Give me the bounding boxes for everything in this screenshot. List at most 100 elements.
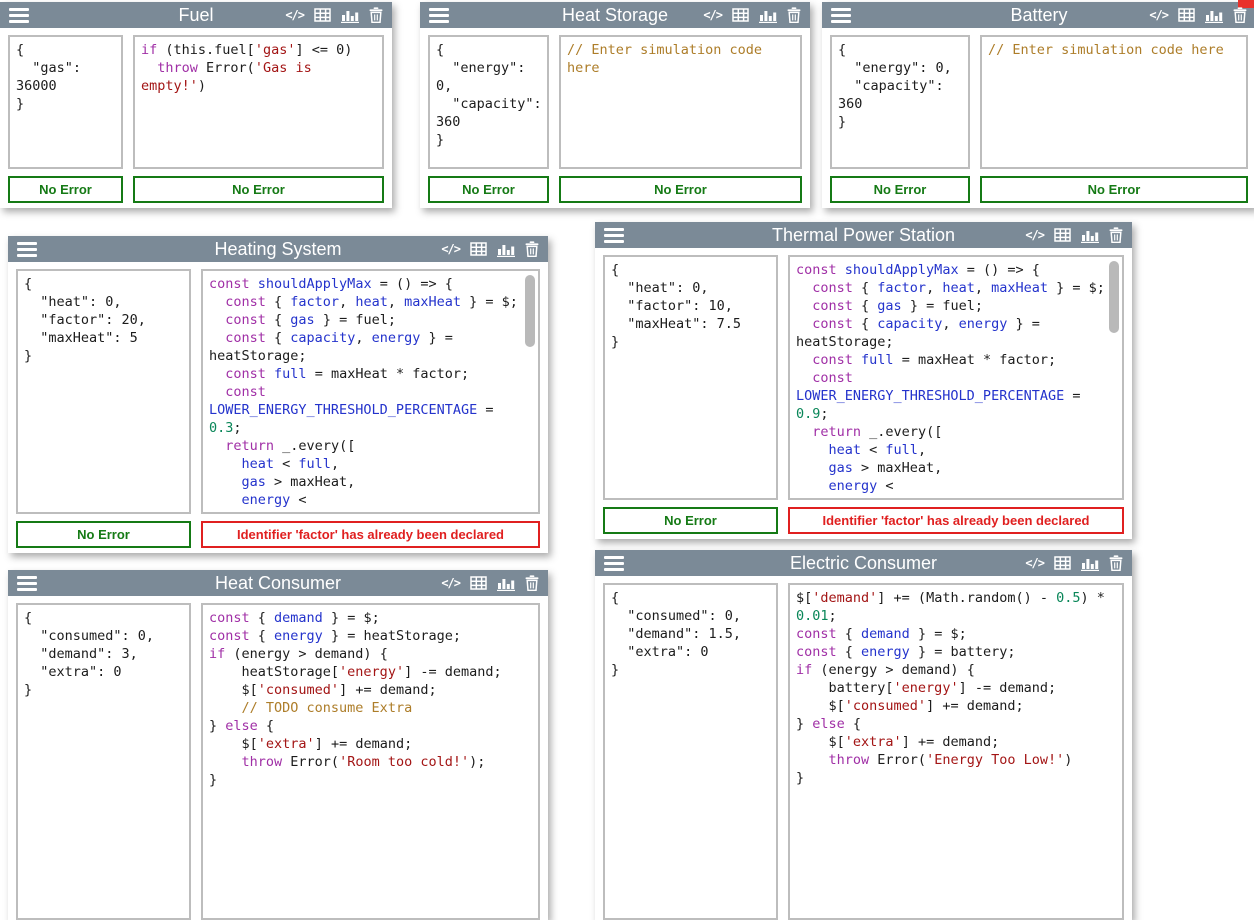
code-editor-wrap: // Enter simulation codehere <box>559 35 802 169</box>
table-view-icon[interactable] <box>1054 556 1071 570</box>
titlebar-actions: </> <box>285 7 383 23</box>
menu-icon[interactable] <box>17 576 37 591</box>
code-status-badge: No Error <box>980 176 1248 203</box>
panel-body: { "consumed": 0, "demand": 3, "extra": 0… <box>16 603 540 920</box>
chart-view-icon[interactable] <box>497 576 515 591</box>
chart-view-icon[interactable] <box>1081 228 1099 243</box>
panel-titlebar: Heat Storage </> <box>420 2 810 28</box>
trash-icon[interactable] <box>1109 227 1123 243</box>
table-view-icon[interactable] <box>314 8 331 22</box>
code-editor[interactable]: $['demand'] += (Math.random() - 0.5) *0.… <box>788 583 1124 920</box>
state-editor[interactable]: { "consumed": 0, "demand": 1.5, "extra":… <box>603 583 778 920</box>
panel-titlebar: Electric Consumer </> <box>595 550 1132 576</box>
chart-view-icon[interactable] <box>497 242 515 257</box>
code-view-icon[interactable]: </> <box>703 9 722 21</box>
code-scrollbar-thumb[interactable] <box>525 275 535 347</box>
state-editor[interactable]: { "heat": 0, "factor": 10, "maxHeat": 7.… <box>603 255 778 500</box>
code-editor-wrap: // Enter simulation code here <box>980 35 1248 169</box>
state-status-badge: No Error <box>16 521 191 548</box>
code-editor[interactable]: // Enter simulation code here <box>980 35 1248 169</box>
state-editor[interactable]: { "energy": 0, "capacity": 360 } <box>428 35 549 169</box>
code-editor-wrap: $['demand'] += (Math.random() - 0.5) *0.… <box>788 583 1124 920</box>
status-row: No Error No Error <box>8 176 384 203</box>
state-editor[interactable]: { "gas": 36000 } <box>8 35 123 169</box>
panel-body: { "gas": 36000 } if (this.fuel['gas'] <=… <box>8 35 384 169</box>
component-panel: Fuel </> <box>0 2 392 208</box>
state-editor[interactable]: { "energy": 0, "capacity": 360 } <box>830 35 970 169</box>
chart-view-icon[interactable] <box>1081 556 1099 571</box>
table-view-icon[interactable] <box>470 242 487 256</box>
menu-icon[interactable] <box>604 556 624 571</box>
state-status-badge: No Error <box>603 507 778 534</box>
code-status-badge: Identifier 'factor' has already been dec… <box>788 507 1124 534</box>
component-panel: Electric Consumer </> <box>595 550 1132 920</box>
menu-icon[interactable] <box>604 228 624 243</box>
component-panel: Battery </> <box>822 2 1254 208</box>
code-view-icon[interactable]: </> <box>441 243 460 255</box>
panel-body: { "heat": 0, "factor": 20, "maxHeat": 5 … <box>16 269 540 514</box>
trash-icon[interactable] <box>525 241 539 257</box>
panel-body: { "energy": 0, "capacity": 360 } // Ente… <box>428 35 802 169</box>
panel-body: { "energy": 0, "capacity": 360 } // Ente… <box>830 35 1248 169</box>
trash-icon[interactable] <box>1233 7 1247 23</box>
chart-view-icon[interactable] <box>759 8 777 23</box>
state-editor[interactable]: { "consumed": 0, "demand": 3, "extra": 0… <box>16 603 191 920</box>
table-view-icon[interactable] <box>470 576 487 590</box>
code-view-icon[interactable]: </> <box>441 577 460 589</box>
titlebar-actions: </> <box>703 7 801 23</box>
code-editor[interactable]: const shouldApplyMax = () => { const { f… <box>201 269 540 514</box>
table-view-icon[interactable] <box>1178 8 1195 22</box>
state-status-badge: No Error <box>830 176 970 203</box>
code-scrollbar-thumb[interactable] <box>1109 261 1119 333</box>
table-view-icon[interactable] <box>732 8 749 22</box>
panel-titlebar: Heating System </> <box>8 236 548 262</box>
chart-view-icon[interactable] <box>341 8 359 23</box>
panel-titlebar: Thermal Power Station </> <box>595 222 1132 248</box>
titlebar-actions: </> <box>1149 7 1247 23</box>
trash-icon[interactable] <box>369 7 383 23</box>
code-view-icon[interactable]: </> <box>1025 229 1044 241</box>
code-editor[interactable]: const { demand } = $;const { energy } = … <box>201 603 540 920</box>
titlebar-actions: </> <box>1025 555 1123 571</box>
state-status-badge: No Error <box>428 176 549 203</box>
component-panel: Heat Storage </> <box>420 2 810 208</box>
status-row: No Error No Error <box>830 176 1248 203</box>
trash-icon[interactable] <box>787 7 801 23</box>
table-view-icon[interactable] <box>1054 228 1071 242</box>
code-editor-wrap: const shouldApplyMax = () => { const { f… <box>788 255 1124 500</box>
code-editor-wrap: if (this.fuel['gas'] <= 0) throw Error('… <box>133 35 384 169</box>
menu-icon[interactable] <box>831 8 851 23</box>
menu-icon[interactable] <box>9 8 29 23</box>
code-status-badge: No Error <box>559 176 802 203</box>
panel-titlebar: Fuel </> <box>0 2 392 28</box>
status-row: No Error Identifier 'factor' has already… <box>16 521 540 548</box>
code-view-icon[interactable]: </> <box>1149 9 1168 21</box>
code-view-icon[interactable]: </> <box>1025 557 1044 569</box>
code-status-badge: Identifier 'factor' has already been dec… <box>201 521 540 548</box>
state-editor[interactable]: { "heat": 0, "factor": 20, "maxHeat": 5 … <box>16 269 191 514</box>
status-row: No Error Identifier 'factor' has already… <box>603 507 1124 534</box>
menu-icon[interactable] <box>17 242 37 257</box>
code-status-badge: No Error <box>133 176 384 203</box>
titlebar-actions: </> <box>1025 227 1123 243</box>
code-editor[interactable]: if (this.fuel['gas'] <= 0) throw Error('… <box>133 35 384 169</box>
panel-body: { "heat": 0, "factor": 10, "maxHeat": 7.… <box>603 255 1124 500</box>
code-editor-wrap: const shouldApplyMax = () => { const { f… <box>201 269 540 514</box>
titlebar-actions: </> <box>441 575 539 591</box>
panel-titlebar: Battery </> <box>822 2 1254 28</box>
code-view-icon[interactable]: </> <box>285 9 304 21</box>
component-panel: Heat Consumer </> <box>8 570 548 920</box>
code-editor[interactable]: // Enter simulation codehere <box>559 35 802 169</box>
code-editor[interactable]: const shouldApplyMax = () => { const { f… <box>788 255 1124 500</box>
trash-icon[interactable] <box>525 575 539 591</box>
trash-icon[interactable] <box>1109 555 1123 571</box>
panel-body: { "consumed": 0, "demand": 1.5, "extra":… <box>603 583 1124 920</box>
menu-icon[interactable] <box>429 8 449 23</box>
panel-titlebar: Heat Consumer </> <box>8 570 548 596</box>
titlebar-actions: </> <box>441 241 539 257</box>
component-panel: Thermal Power Station </> <box>595 222 1132 539</box>
status-row: No Error No Error <box>428 176 802 203</box>
state-status-badge: No Error <box>8 176 123 203</box>
chart-view-icon[interactable] <box>1205 8 1223 23</box>
code-editor-wrap: const { demand } = $;const { energy } = … <box>201 603 540 920</box>
